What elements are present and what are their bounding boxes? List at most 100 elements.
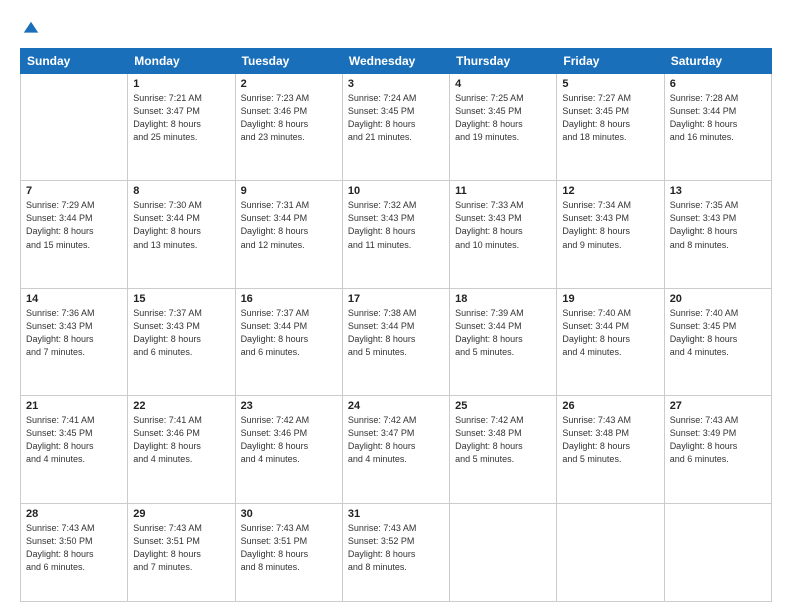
day-info: Sunrise: 7:36 AM Sunset: 3:43 PM Dayligh… xyxy=(26,307,122,359)
day-number: 1 xyxy=(133,78,229,90)
day-info: Sunrise: 7:40 AM Sunset: 3:44 PM Dayligh… xyxy=(562,307,658,359)
calendar-cell: 24Sunrise: 7:42 AM Sunset: 3:47 PM Dayli… xyxy=(342,396,449,503)
calendar-header-thursday: Thursday xyxy=(450,49,557,74)
day-info: Sunrise: 7:42 AM Sunset: 3:48 PM Dayligh… xyxy=(455,414,551,466)
calendar-cell: 7 Sunrise: 7:29 AM Sunset: 3:44 PM Daylig… xyxy=(21,181,128,288)
day-info: Sunrise: 7:28 AM Sunset: 3:44 PM Dayligh… xyxy=(670,92,766,144)
day-info: Sunrise: 7:43 AM Sunset: 3:51 PM Dayligh… xyxy=(133,522,229,574)
day-number: 26 xyxy=(562,400,658,412)
calendar-header-wednesday: Wednesday xyxy=(342,49,449,74)
day-number: 3 xyxy=(348,78,444,90)
day-number: 31 xyxy=(348,508,444,520)
logo xyxy=(20,18,40,38)
calendar-cell: 26 Sunrise: 7:43 AM Sunset: 3:48 PM Dayli… xyxy=(557,396,664,503)
day-number: 23 xyxy=(241,400,337,412)
calendar-week-3: 14 Sunrise: 7:36 AM Sunset: 3:43 PM Dayli… xyxy=(21,288,772,395)
day-number: 7 xyxy=(26,185,122,197)
day-number: 25 xyxy=(455,400,551,412)
calendar-header-sunday: Sunday xyxy=(21,49,128,74)
day-info: Sunrise: 7:25 AM Sunset: 3:45 PM Dayligh… xyxy=(455,92,551,144)
day-number: 19 xyxy=(562,293,658,305)
day-number: 27 xyxy=(670,400,766,412)
calendar-cell: 1 Sunrise: 7:21 AM Sunset: 3:47 PM Daylig… xyxy=(128,74,235,181)
day-number: 10 xyxy=(348,185,444,197)
day-info: Sunrise: 7:35 AM Sunset: 3:43 PM Dayligh… xyxy=(670,199,766,251)
calendar-cell: 10 Sunrise: 7:32 AM Sunset: 3:43 PM Dayli… xyxy=(342,181,449,288)
day-info: Sunrise: 7:31 AM Sunset: 3:44 PM Dayligh… xyxy=(241,199,337,251)
calendar-cell: 14 Sunrise: 7:36 AM Sunset: 3:43 PM Dayli… xyxy=(21,288,128,395)
calendar-cell: 30 Sunrise: 7:43 AM Sunset: 3:51 PM Dayli… xyxy=(235,503,342,602)
calendar-cell: 11Sunrise: 7:33 AM Sunset: 3:43 PM Dayli… xyxy=(450,181,557,288)
calendar-cell: 19 Sunrise: 7:40 AM Sunset: 3:44 PM Dayli… xyxy=(557,288,664,395)
calendar-header-saturday: Saturday xyxy=(664,49,771,74)
header xyxy=(20,18,772,38)
day-number: 18 xyxy=(455,293,551,305)
calendar-cell: 8Sunrise: 7:30 AM Sunset: 3:44 PM Daylig… xyxy=(128,181,235,288)
calendar-cell xyxy=(450,503,557,602)
calendar-week-2: 7 Sunrise: 7:29 AM Sunset: 3:44 PM Daylig… xyxy=(21,181,772,288)
calendar-page: SundayMondayTuesdayWednesdayThursdayFrid… xyxy=(0,0,792,612)
day-number: 8 xyxy=(133,185,229,197)
calendar-cell xyxy=(664,503,771,602)
day-info: Sunrise: 7:37 AM Sunset: 3:43 PM Dayligh… xyxy=(133,307,229,359)
calendar-table: SundayMondayTuesdayWednesdayThursdayFrid… xyxy=(20,48,772,602)
day-number: 14 xyxy=(26,293,122,305)
day-number: 21 xyxy=(26,400,122,412)
calendar-cell: 27 Sunrise: 7:43 AM Sunset: 3:49 PM Dayli… xyxy=(664,396,771,503)
calendar-header-friday: Friday xyxy=(557,49,664,74)
calendar-week-1: 1 Sunrise: 7:21 AM Sunset: 3:47 PM Daylig… xyxy=(21,74,772,181)
day-number: 29 xyxy=(133,508,229,520)
calendar-cell xyxy=(21,74,128,181)
calendar-cell: 25 Sunrise: 7:42 AM Sunset: 3:48 PM Dayli… xyxy=(450,396,557,503)
day-info: Sunrise: 7:41 AM Sunset: 3:45 PM Dayligh… xyxy=(26,414,122,466)
day-info: Sunrise: 7:43 AM Sunset: 3:48 PM Dayligh… xyxy=(562,414,658,466)
calendar-cell: 31Sunrise: 7:43 AM Sunset: 3:52 PM Dayli… xyxy=(342,503,449,602)
day-info: Sunrise: 7:29 AM Sunset: 3:44 PM Dayligh… xyxy=(26,199,122,251)
calendar-cell: 17Sunrise: 7:38 AM Sunset: 3:44 PM Dayli… xyxy=(342,288,449,395)
calendar-cell xyxy=(557,503,664,602)
calendar-cell: 15 Sunrise: 7:37 AM Sunset: 3:43 PM Dayli… xyxy=(128,288,235,395)
day-info: Sunrise: 7:23 AM Sunset: 3:46 PM Dayligh… xyxy=(241,92,337,144)
calendar-week-5: 28Sunrise: 7:43 AM Sunset: 3:50 PM Dayli… xyxy=(21,503,772,602)
day-info: Sunrise: 7:43 AM Sunset: 3:51 PM Dayligh… xyxy=(241,522,337,574)
day-info: Sunrise: 7:39 AM Sunset: 3:44 PM Dayligh… xyxy=(455,307,551,359)
day-number: 4 xyxy=(455,78,551,90)
day-number: 12 xyxy=(562,185,658,197)
calendar-cell: 21 Sunrise: 7:41 AM Sunset: 3:45 PM Dayli… xyxy=(21,396,128,503)
calendar-cell: 18 Sunrise: 7:39 AM Sunset: 3:44 PM Dayli… xyxy=(450,288,557,395)
calendar-cell: 5 Sunrise: 7:27 AM Sunset: 3:45 PM Daylig… xyxy=(557,74,664,181)
calendar-cell: 4 Sunrise: 7:25 AM Sunset: 3:45 PM Daylig… xyxy=(450,74,557,181)
logo-icon xyxy=(22,20,40,38)
calendar-cell: 28Sunrise: 7:43 AM Sunset: 3:50 PM Dayli… xyxy=(21,503,128,602)
day-info: Sunrise: 7:37 AM Sunset: 3:44 PM Dayligh… xyxy=(241,307,337,359)
day-number: 15 xyxy=(133,293,229,305)
calendar-cell: 16 Sunrise: 7:37 AM Sunset: 3:44 PM Dayli… xyxy=(235,288,342,395)
day-info: Sunrise: 7:43 AM Sunset: 3:49 PM Dayligh… xyxy=(670,414,766,466)
calendar-cell: 12Sunrise: 7:34 AM Sunset: 3:43 PM Dayli… xyxy=(557,181,664,288)
calendar-cell: 13Sunrise: 7:35 AM Sunset: 3:43 PM Dayli… xyxy=(664,181,771,288)
calendar-cell: 6 Sunrise: 7:28 AM Sunset: 3:44 PM Daylig… xyxy=(664,74,771,181)
day-info: Sunrise: 7:32 AM Sunset: 3:43 PM Dayligh… xyxy=(348,199,444,251)
day-number: 16 xyxy=(241,293,337,305)
day-number: 24 xyxy=(348,400,444,412)
day-info: Sunrise: 7:41 AM Sunset: 3:46 PM Dayligh… xyxy=(133,414,229,466)
day-info: Sunrise: 7:27 AM Sunset: 3:45 PM Dayligh… xyxy=(562,92,658,144)
day-number: 22 xyxy=(133,400,229,412)
calendar-cell: 23Sunrise: 7:42 AM Sunset: 3:46 PM Dayli… xyxy=(235,396,342,503)
day-info: Sunrise: 7:38 AM Sunset: 3:44 PM Dayligh… xyxy=(348,307,444,359)
calendar-cell: 2Sunrise: 7:23 AM Sunset: 3:46 PM Daylig… xyxy=(235,74,342,181)
day-number: 9 xyxy=(241,185,337,197)
day-number: 5 xyxy=(562,78,658,90)
day-info: Sunrise: 7:33 AM Sunset: 3:43 PM Dayligh… xyxy=(455,199,551,251)
day-number: 6 xyxy=(670,78,766,90)
calendar-cell: 3Sunrise: 7:24 AM Sunset: 3:45 PM Daylig… xyxy=(342,74,449,181)
day-info: Sunrise: 7:43 AM Sunset: 3:50 PM Dayligh… xyxy=(26,522,122,574)
logo-text xyxy=(20,18,40,38)
day-info: Sunrise: 7:21 AM Sunset: 3:47 PM Dayligh… xyxy=(133,92,229,144)
day-number: 30 xyxy=(241,508,337,520)
day-number: 20 xyxy=(670,293,766,305)
calendar-cell: 22 Sunrise: 7:41 AM Sunset: 3:46 PM Dayli… xyxy=(128,396,235,503)
calendar-header-tuesday: Tuesday xyxy=(235,49,342,74)
calendar-cell: 20Sunrise: 7:40 AM Sunset: 3:45 PM Dayli… xyxy=(664,288,771,395)
calendar-cell: 9 Sunrise: 7:31 AM Sunset: 3:44 PM Daylig… xyxy=(235,181,342,288)
